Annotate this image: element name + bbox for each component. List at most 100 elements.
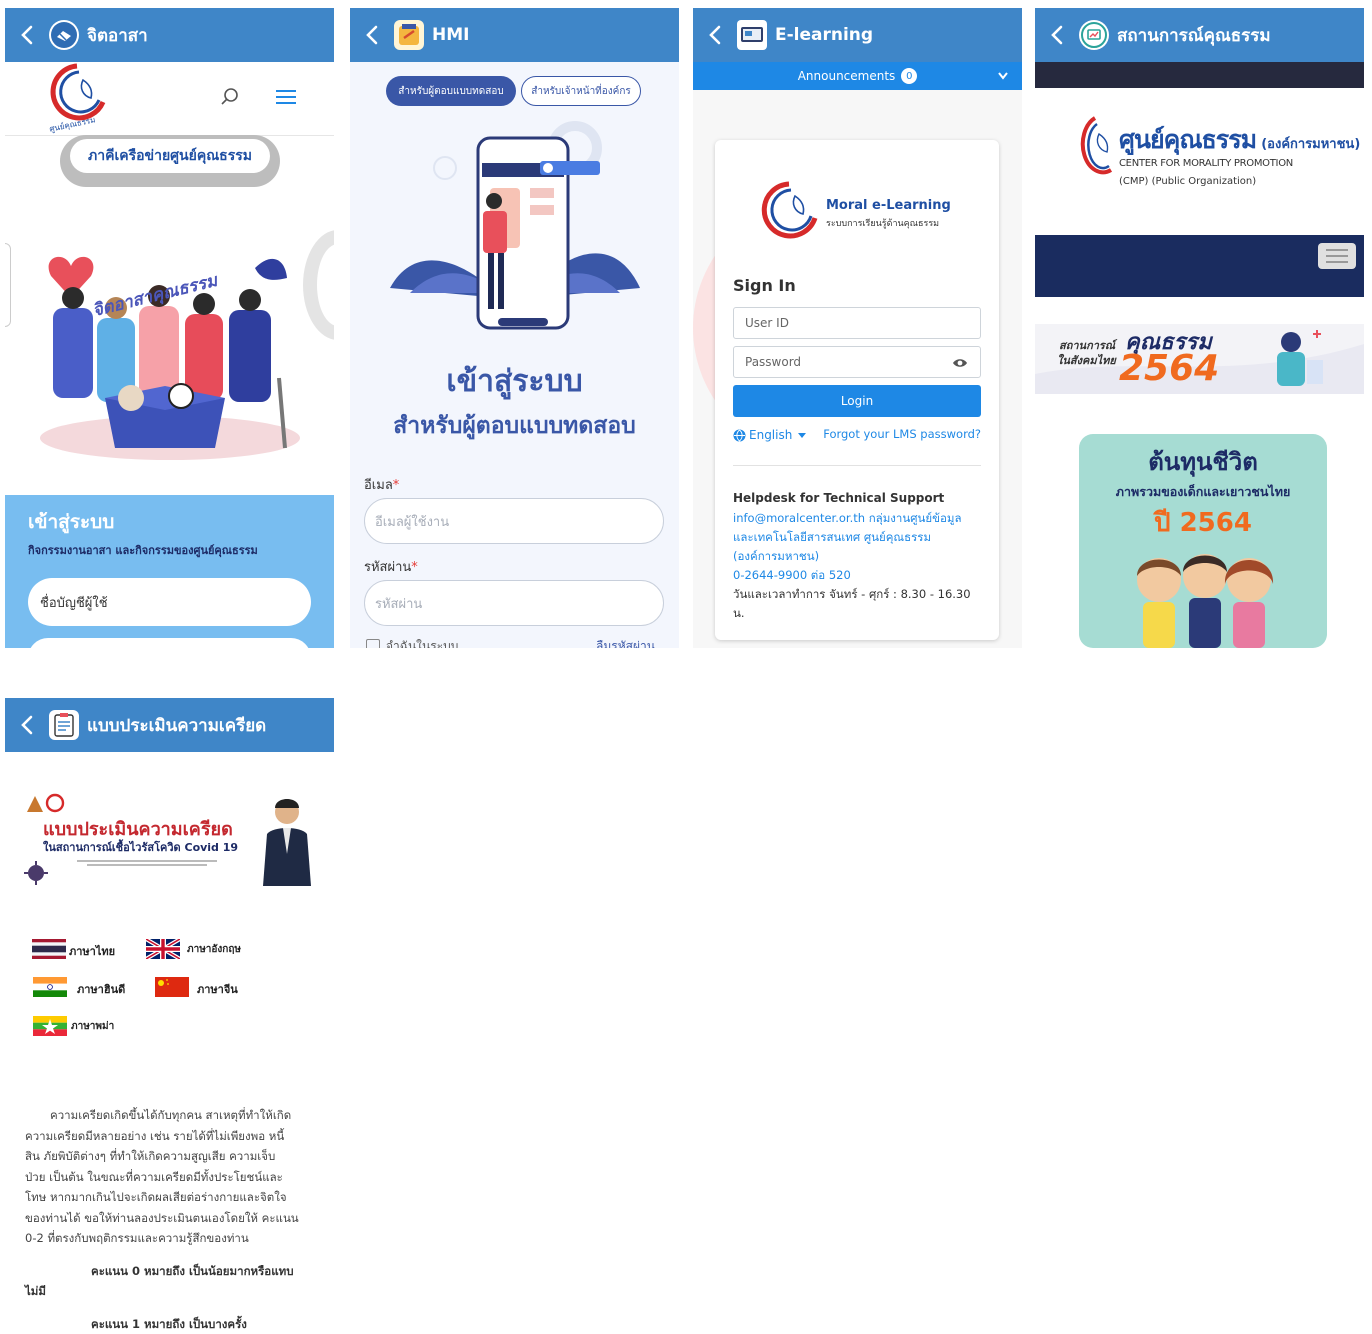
moral-logo [759, 180, 819, 246]
card-title: ต้นทุนชีวิต [1148, 448, 1258, 476]
uk-flag-icon[interactable] [146, 939, 180, 959]
app-title: แบบประเมินความเครียด [87, 715, 267, 736]
app-icon [737, 20, 767, 50]
panel-hmi: HMI สำหรับผู้ตอบแบบทดสอบ สำหรับเจ้าหน้าท… [350, 8, 679, 648]
top-strip [1035, 62, 1364, 88]
banner-fineprint [67, 858, 227, 870]
stress-banner: แบบประเมินความเครียด ในสถานการณ์เชื้อไวร… [21, 784, 321, 894]
score-0-cont: ไม่มี [25, 1284, 46, 1298]
life-capital-card[interactable]: ต้นทุนชีวิต ภาพรวมของเด็กและเยาวชนไทย ปี… [1079, 434, 1327, 648]
forgot-password-link[interactable]: Forgot your LMS password? [823, 427, 981, 441]
password-label: รหัสผ่าน* [364, 560, 418, 575]
cmp-logo-en2: (CMP) (Public Organization) [1119, 176, 1257, 187]
tab-staff-label: สำหรับเจ้าหน้าที่องค์กร [531, 85, 631, 97]
eye-icon[interactable] [952, 357, 968, 369]
cmp-logo [1071, 114, 1115, 194]
app-title: จิตอาสา [87, 25, 148, 46]
helpdesk-line2: และเทคโนโลยีสารสนเทศ ศูนย์คุณธรรม [733, 530, 932, 544]
tab-respondent-label: สำหรับผู้ตอบแบบทดสอบ [398, 85, 504, 97]
app-header: จิตอาสา [5, 8, 334, 62]
volunteer-illustration: จิตอาสาคุณธรรม [35, 248, 305, 468]
forgot-link[interactable]: ลืมรหัสผ่าน [596, 637, 655, 648]
virus-icon [24, 861, 48, 885]
app-icon [49, 710, 79, 740]
lang-chinese[interactable]: ภาษาจีน [197, 980, 238, 998]
password-field[interactable]: รหัสผ่าน [364, 580, 664, 626]
password-input[interactable]: Password [733, 346, 981, 378]
back-icon[interactable] [693, 8, 737, 62]
banner-logos [27, 793, 65, 813]
logo[interactable]: ศูนย์คุณธรรม [45, 62, 109, 134]
helpdesk-phone[interactable]: 0-2644-9900 ต่อ 520 [733, 567, 851, 585]
userid-input[interactable]: User ID [733, 307, 981, 339]
globe-icon [733, 429, 746, 442]
card-year: ปี 2564 [1154, 508, 1252, 538]
china-flag-icon[interactable] [155, 977, 189, 997]
back-icon[interactable] [350, 8, 394, 62]
intro-line: ป่วย เป็นต้น ในขณะที่ความเครียดมีทั้งประ… [25, 1169, 283, 1184]
helpdesk-line1[interactable]: info@moralcenter.or.th กลุ่มงานศูนย์ข้อม… [733, 510, 962, 528]
myanmar-flag-icon[interactable] [33, 1016, 67, 1036]
hmi-illustration [390, 113, 640, 338]
announcements-badge: 0 [901, 68, 918, 84]
login-button[interactable]: Login [733, 385, 981, 417]
app-header: HMI [350, 8, 679, 62]
back-icon[interactable] [1035, 8, 1079, 62]
helpdesk-hours-cont: น. [733, 606, 745, 620]
menu-icon[interactable] [276, 90, 296, 104]
password-input[interactable] [28, 638, 311, 648]
login-section: เข้าสู่ระบบ กิจกรรมงานอาสา และกิจกรรมของ… [5, 495, 334, 648]
announcements-bar[interactable]: Announcements 0 [693, 62, 1022, 90]
card-kids-art [1137, 554, 1274, 648]
language-selector[interactable]: English [733, 428, 807, 442]
heading: เข้าสู่ระบบ [446, 364, 583, 399]
india-flag-icon[interactable] [33, 977, 67, 997]
network-button[interactable]: ภาคีเครือข่ายศูนย์คุณธรรม [60, 135, 280, 187]
intro-paragraph: ความเครียดเกิดขึ้นได้กับทุกคน สาเหตุที่ท… [25, 1105, 325, 1249]
helpdesk-hours: วันและเวลาทำการ จันทร์ - ศุกร์ : 8.30 - … [733, 587, 971, 601]
cmp-logo-main: ศูนย์คุณธรรม (องค์การมหาชน) [1119, 125, 1361, 154]
username-input[interactable]: ชื่อบัญชีผู้ใช้ [28, 578, 311, 626]
lang-hindi[interactable]: ภาษาฮินดี [77, 980, 125, 998]
app-title: E-learning [775, 25, 874, 45]
email-field[interactable]: อีเมลผู้ใช้งาน [364, 498, 664, 544]
morality-banner[interactable]: สถานการณ์ ในสังคมไทย คุณธรรม 2564 [1035, 324, 1364, 394]
panel-stress-assessment: แบบประเมินความเครียด แบบประเมินความเครีย… [5, 698, 334, 1334]
banner-doctor-art [1277, 330, 1323, 386]
chevron-down-icon[interactable] [998, 72, 1008, 80]
brand-subtitle: ระบบการเรียนรู้ด้านคุณธรรม [826, 219, 940, 229]
tab-respondent[interactable]: สำหรับผู้ตอบแบบทดสอบ [386, 76, 516, 106]
back-icon[interactable] [5, 8, 49, 62]
lang-english[interactable]: ภาษาอังกฤษ [187, 942, 241, 957]
search-icon[interactable] [221, 88, 239, 110]
login-card: Moral e-Learning ระบบการเรียนรู้ด้านคุณธ… [715, 140, 999, 640]
presenter-photo [263, 799, 311, 886]
cmp-logo-en1: CENTER FOR MORALITY PROMOTION [1119, 158, 1293, 169]
subheading: สำหรับผู้ตอบแบบทดสอบ [393, 413, 636, 439]
announcements-label: Announcements [797, 69, 896, 83]
app-icon [1079, 20, 1109, 50]
carousel-prev[interactable] [5, 243, 11, 327]
remember-checkbox[interactable] [366, 639, 380, 648]
app-header: สถานการณ์คุณธรรม [1035, 8, 1364, 62]
hamburger-button[interactable] [1318, 243, 1356, 269]
carousel-next-hint [303, 230, 334, 340]
sign-in-heading: Sign In [733, 276, 796, 295]
panel-elearning: E-learning Announcements 0 Moral e-Learn… [693, 8, 1022, 648]
panel-morality-situation: สถานการณ์คุณธรรม ศูนย์คุณธรรม (องค์การมห… [1035, 8, 1364, 648]
banner-subtitle: ในสถานการณ์เชื้อไวรัสโควิด Covid 19 [43, 841, 239, 854]
lang-thai[interactable]: ภาษาไทย [69, 942, 115, 960]
intro-line: ความเครียดเกิดขึ้นได้กับทุกคน สาเหตุที่ท… [50, 1108, 292, 1122]
helpdesk-title: Helpdesk for Technical Support [733, 491, 945, 505]
thai-flag-icon[interactable] [32, 939, 66, 959]
password-placeholder: รหัสผ่าน [375, 596, 423, 612]
lang-burmese[interactable]: ภาษาพม่า [71, 1019, 114, 1034]
card-subtitle: ภาพรวมของเด็กและเยาวชนไทย [1115, 484, 1291, 499]
panel-volunteer: จิตอาสา ศูนย์คุณธรรม ภาคีเครือข่ายศูนย์ค… [5, 8, 334, 648]
score-0: คะแนน 0 หมายถึง เป็นน้อยมากหรือแทบ [91, 1264, 294, 1278]
navbar [1035, 235, 1364, 297]
app-title: HMI [432, 25, 470, 45]
back-icon[interactable] [5, 698, 49, 752]
tab-staff[interactable]: สำหรับเจ้าหน้าที่องค์กร [521, 76, 641, 106]
intro-line: สิน ภัยพิบัติต่างๆ ที่ทำให้เกิดความสูญเส… [25, 1149, 276, 1163]
